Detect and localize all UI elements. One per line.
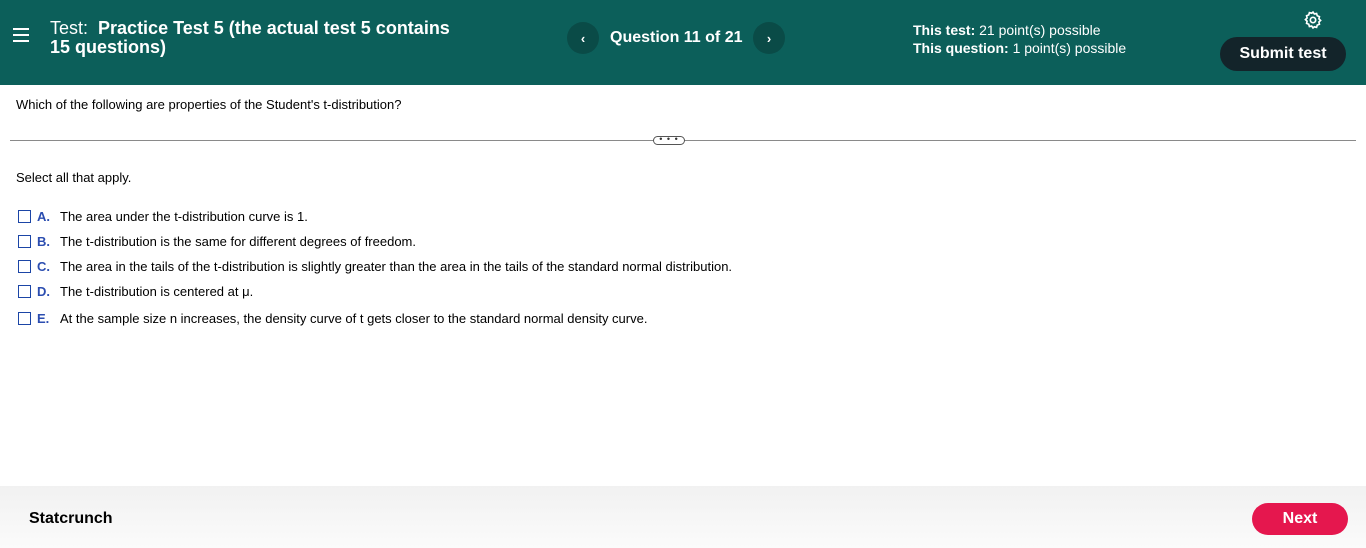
test-points-value: 21 point(s) possible xyxy=(979,22,1101,38)
checkbox-c[interactable] xyxy=(18,259,31,273)
option-letter: B. xyxy=(37,233,50,249)
points-info: This test: 21 point(s) possible This que… xyxy=(913,21,1126,57)
next-button[interactable]: Next xyxy=(1252,503,1348,535)
option-text: At the sample size n increases, the dens… xyxy=(60,310,648,326)
option-letter: D. xyxy=(37,283,50,299)
question-counter[interactable]: Question 11 of 21 xyxy=(610,29,742,47)
next-question-button[interactable]: › xyxy=(753,22,785,54)
chevron-right-icon: › xyxy=(766,30,772,46)
hamburger-menu-icon[interactable] xyxy=(13,28,29,44)
checkbox-e[interactable] xyxy=(18,311,31,325)
test-title-prefix: Test: xyxy=(50,18,89,38)
option-text: The t-distribution is the same for diffe… xyxy=(60,233,416,249)
option-text: The area under the t-distribution curve … xyxy=(60,208,308,224)
statcrunch-link[interactable]: Statcrunch xyxy=(29,510,113,528)
question-points-label: This question: xyxy=(913,40,1009,56)
option-b[interactable]: B. The t-distribution is the same for di… xyxy=(18,233,416,249)
gear-icon[interactable] xyxy=(1303,10,1323,30)
checkbox-d[interactable] xyxy=(18,284,31,298)
bottom-bar: Statcrunch Next xyxy=(0,486,1366,548)
option-d[interactable]: D. The t-distribution is centered at μ. xyxy=(18,283,253,299)
test-title-name: Practice Test 5 (the actual test 5 conta… xyxy=(50,18,450,57)
test-points-label: This test: xyxy=(913,22,976,38)
top-bar: Test: Practice Test 5 (the actual test 5… xyxy=(0,0,1366,85)
option-text: The area in the tails of the t-distribut… xyxy=(60,258,733,274)
option-letter: A. xyxy=(37,208,50,224)
checkbox-a[interactable] xyxy=(18,209,31,223)
question-points: This question: 1 point(s) possible xyxy=(913,39,1126,57)
chevron-left-icon: ‹ xyxy=(580,30,586,46)
option-text: The t-distribution is centered at μ. xyxy=(60,283,254,299)
collapse-handle[interactable]: • • • xyxy=(653,135,685,145)
option-letter: C. xyxy=(37,258,50,274)
test-points: This test: 21 point(s) possible xyxy=(913,21,1126,39)
question-prompt: Which of the following are properties of… xyxy=(16,97,402,112)
option-a[interactable]: A. The area under the t-distribution cur… xyxy=(18,208,308,224)
previous-question-button[interactable]: ‹ xyxy=(567,22,599,54)
option-e[interactable]: E. At the sample size n increases, the d… xyxy=(18,310,647,326)
submit-test-button[interactable]: Submit test xyxy=(1220,37,1346,71)
instruction-text: Select all that apply. xyxy=(16,170,132,185)
question-points-value: 1 point(s) possible xyxy=(1012,40,1127,56)
option-c[interactable]: C. The area in the tails of the t-distri… xyxy=(18,258,732,274)
option-letter: E. xyxy=(37,310,50,326)
test-title: Test: Practice Test 5 (the actual test 5… xyxy=(50,19,470,57)
checkbox-b[interactable] xyxy=(18,234,31,248)
